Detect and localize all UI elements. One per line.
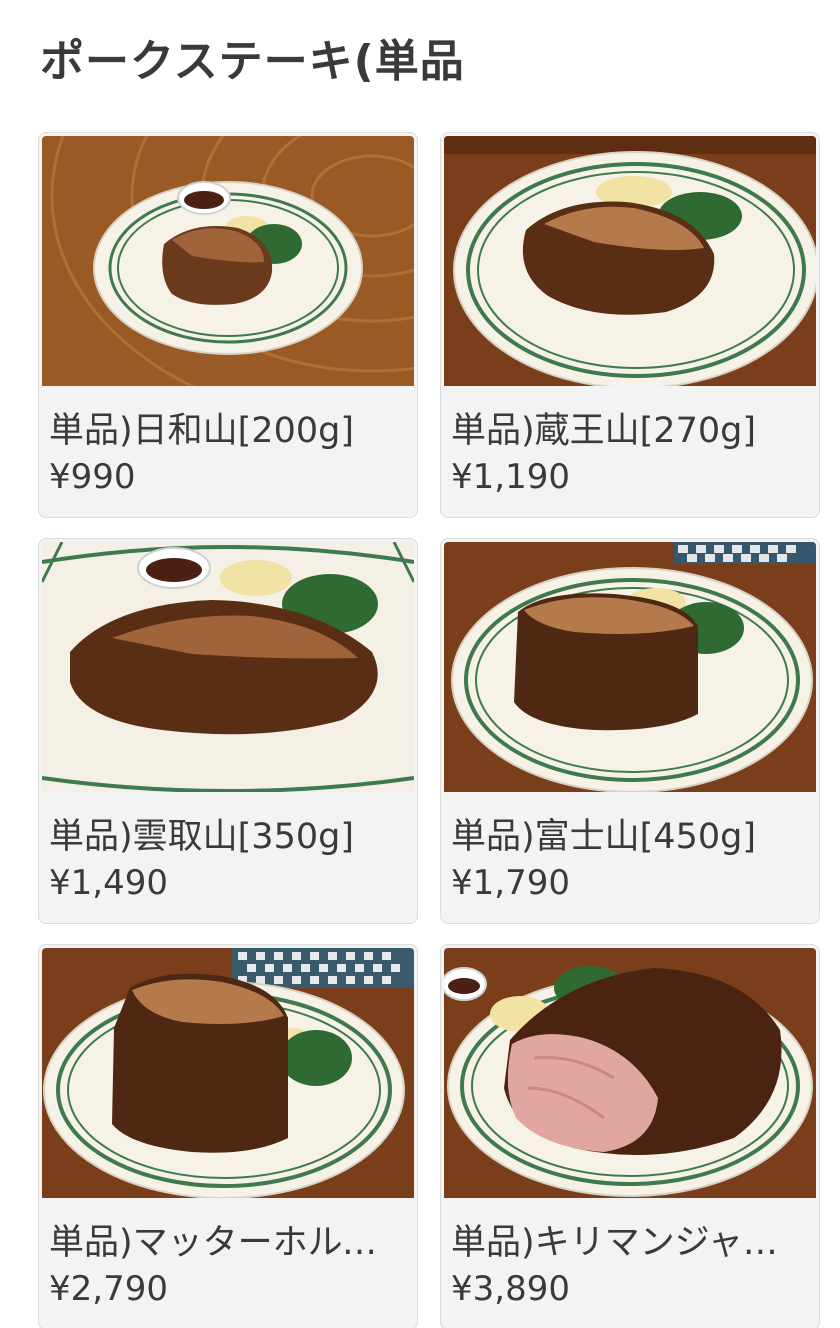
product-photo xyxy=(42,136,414,386)
product-price: ¥3,890 xyxy=(451,1269,570,1309)
product-price: ¥990 xyxy=(49,457,136,497)
product-card[interactable]: 単品)蔵王山[270g] ¥1,190 xyxy=(440,132,820,518)
product-name: 単品)雲取山[350g] xyxy=(49,817,354,857)
menu-page: ポークステーキ(単品 単品)日和山[200g] ¥990 単品)蔵王山[270g… xyxy=(0,0,840,1328)
product-photo xyxy=(444,542,816,792)
product-name: 単品)蔵王山[270g] xyxy=(451,411,756,451)
product-name: 単品)日和山[200g] xyxy=(49,411,354,451)
product-photo xyxy=(42,948,414,1198)
product-photo xyxy=(444,136,816,386)
product-price: ¥1,790 xyxy=(451,863,570,903)
product-photo xyxy=(444,948,816,1198)
product-price: ¥1,190 xyxy=(451,457,570,497)
product-card[interactable]: 単品)日和山[200g] ¥990 xyxy=(38,132,418,518)
product-grid: 単品)日和山[200g] ¥990 単品)蔵王山[270g] ¥1,190 単品… xyxy=(38,132,820,1328)
product-name: 単品)キリマンジャロ… xyxy=(451,1223,809,1263)
product-card[interactable]: 単品)マッターホルン… ¥2,790 xyxy=(38,944,418,1328)
product-price: ¥2,790 xyxy=(49,1269,168,1309)
product-card[interactable]: 単品)キリマンジャロ… ¥3,890 xyxy=(440,944,820,1328)
product-name: 単品)マッターホルン… xyxy=(49,1223,407,1263)
product-name: 単品)富士山[450g] xyxy=(451,817,756,857)
product-card[interactable]: 単品)雲取山[350g] ¥1,490 xyxy=(38,538,418,924)
product-price: ¥1,490 xyxy=(49,863,168,903)
page-title: ポークステーキ(単品 xyxy=(40,36,465,87)
product-photo xyxy=(42,542,414,792)
product-card[interactable]: 単品)富士山[450g] ¥1,790 xyxy=(440,538,820,924)
